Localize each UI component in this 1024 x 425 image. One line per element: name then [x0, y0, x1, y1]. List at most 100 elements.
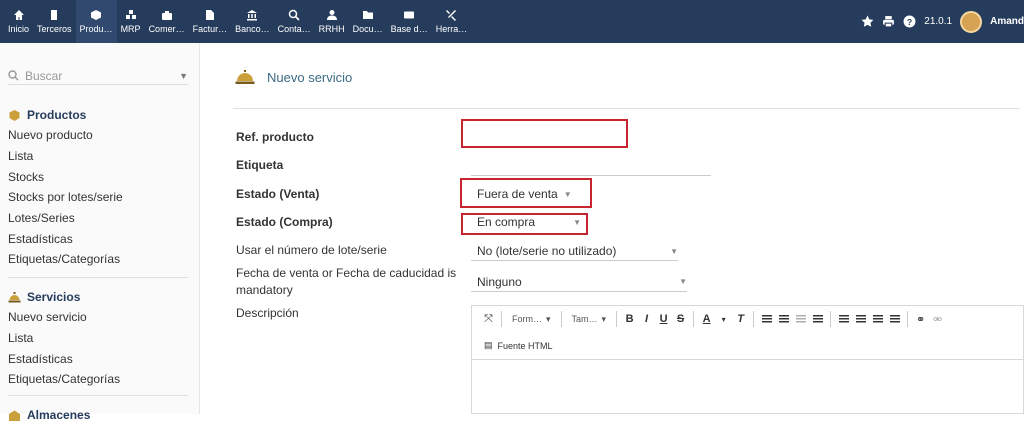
estado-venta-select[interactable]: Fuera de venta ▼	[477, 186, 587, 202]
cube-icon	[9, 109, 20, 121]
sidebar-link[interactable]: Lotes/Series	[8, 208, 188, 229]
menu-item-11[interactable]: Herra…	[432, 0, 472, 43]
chevron-down-icon: ▼	[563, 189, 572, 199]
editor-content-area[interactable]	[472, 360, 1023, 414]
menu-item-label: Inicio	[8, 24, 30, 34]
description-editor: ⤧ Form… ▾ Tam… ▾ B I U S A ▾ T ⚭ ⚮ ▤ Fue…	[471, 305, 1024, 414]
justify-icon[interactable]	[888, 311, 901, 327]
italic-icon[interactable]: I	[640, 311, 653, 327]
chevron-down-icon: ▼	[573, 217, 581, 227]
menu-item-9[interactable]: Docu…	[349, 0, 387, 43]
tools-icon	[446, 10, 457, 21]
menu-item-2[interactable]: Produ…	[75, 0, 117, 43]
menu-item-3[interactable]: MRP	[117, 0, 145, 43]
page-title: Nuevo servicio	[235, 69, 352, 85]
menu-item-1[interactable]: Terceros	[33, 0, 76, 43]
menu-item-0[interactable]: Inicio	[4, 0, 33, 43]
etiqueta-input[interactable]	[471, 159, 711, 176]
lote-serie-label: Usar el número de lote/serie	[236, 243, 387, 257]
lote-serie-value: No (lote/serie no utilizado)	[477, 244, 617, 258]
bullet-list-icon[interactable]	[777, 311, 790, 327]
menu-item-5[interactable]: Factur…	[189, 0, 232, 43]
estado-venta-value: Fuera de venta	[477, 187, 558, 201]
star-icon[interactable]	[861, 15, 874, 28]
printer-icon[interactable]	[882, 15, 895, 28]
chevron-down-icon[interactable]: ▾	[717, 311, 730, 327]
chevron-down-icon: ▾	[546, 313, 551, 324]
sidebar-link[interactable]: Nuevo servicio	[8, 307, 188, 328]
menu-item-8[interactable]: RRHH	[315, 0, 349, 43]
ref-producto-input[interactable]	[461, 119, 628, 148]
sidebar-section-title[interactable]: Almacenes	[8, 405, 188, 425]
main-content: Nuevo servicio Ref. producto Etiqueta Es…	[200, 43, 1024, 414]
maximize-icon[interactable]: ⤧	[482, 311, 495, 327]
user-name[interactable]: Amand	[990, 16, 1024, 27]
sidebar-section-title[interactable]: Productos	[8, 105, 188, 125]
estado-compra-label: Estado (Compra)	[236, 215, 333, 229]
cube-icon	[91, 10, 102, 20]
search-dollar-icon	[288, 9, 300, 21]
menu-item-10[interactable]: Base d…	[387, 0, 432, 43]
align-left-icon[interactable]	[837, 311, 850, 327]
descripcion-label: Descripción	[236, 306, 299, 320]
indent-icon[interactable]	[811, 311, 824, 327]
top-navigation-bar: Inicio Terceros Produ… MRP Comer… Factur… Banc…	[0, 0, 1024, 43]
user-tie-icon	[326, 10, 337, 20]
sidebar-section-productos: Productos Nuevo producto Lista Stocks Stocks…	[8, 105, 188, 270]
menu-item-6[interactable]: Banco…	[231, 0, 274, 43]
sidebar-section-label: Almacenes	[27, 408, 91, 422]
menu-item-label: RRHH	[318, 24, 345, 34]
menu-item-label: Conta…	[277, 24, 311, 34]
card-icon	[404, 11, 415, 19]
bold-icon[interactable]: B	[623, 311, 636, 327]
fecha-mandatory-value: Ninguno	[477, 274, 522, 289]
sidebar-link[interactable]: Etiquetas/Categorías	[8, 369, 188, 390]
sidebar-link[interactable]: Etiquetas/Categorías	[8, 249, 188, 270]
numbered-list-icon[interactable]	[760, 311, 773, 327]
sidebar-link[interactable]: Stocks	[8, 166, 188, 187]
source-icon: ▤	[484, 340, 493, 350]
outdent-icon[interactable]	[794, 311, 807, 327]
menu-item-4[interactable]: Comer…	[145, 0, 189, 43]
size-combo-label: Tam…	[571, 314, 598, 324]
text-color-icon[interactable]: A	[700, 311, 713, 327]
estado-compra-select[interactable]: En compra ▼	[477, 214, 581, 230]
sidebar-link[interactable]: Stocks por lotes/serie	[8, 187, 188, 208]
chevron-down-icon: ▼	[179, 70, 188, 81]
sidebar-link[interactable]: Lista	[8, 328, 188, 349]
align-center-icon[interactable]	[854, 311, 867, 327]
chevron-down-icon: ▼	[679, 277, 687, 286]
concierge-bell-icon	[8, 291, 21, 302]
chevron-down-icon: ▾	[601, 313, 607, 324]
estado-compra-value: En compra	[477, 215, 536, 229]
help-icon[interactable]: ?	[903, 15, 916, 28]
source-html-button[interactable]: Fuente HTML	[498, 341, 553, 351]
home-icon	[13, 10, 24, 20]
search-select[interactable]: Buscar ▼	[8, 67, 188, 85]
sidebar-section-title[interactable]: Servicios	[8, 287, 188, 307]
align-right-icon[interactable]	[871, 311, 884, 327]
sidebar-link[interactable]: Lista	[8, 146, 188, 167]
link-icon[interactable]: ⚭	[914, 311, 927, 327]
sidebar-section-label: Productos	[27, 108, 87, 122]
menu-item-7[interactable]: Conta…	[274, 0, 315, 43]
left-sidebar: Buscar ▼ Productos Nuevo producto Lista Sto…	[0, 43, 200, 422]
lote-serie-select[interactable]: No (lote/serie no utilizado) ▼	[471, 242, 678, 261]
sidebar-link[interactable]: Nuevo producto	[8, 125, 188, 146]
menu-item-label: Docu…	[352, 24, 383, 34]
sidebar-link[interactable]: Estadísticas	[8, 348, 188, 369]
user-avatar[interactable]	[960, 10, 983, 33]
chevron-down-icon: ▼	[670, 246, 678, 256]
strikethrough-icon[interactable]: S	[674, 311, 687, 327]
fecha-mandatory-select[interactable]: Ninguno ▼	[471, 272, 687, 292]
sidebar-link[interactable]: Estadísticas	[8, 228, 188, 249]
size-combo[interactable]: Tam… ▾	[568, 314, 611, 325]
underline-icon[interactable]: U	[657, 311, 670, 327]
format-combo[interactable]: Form… ▾	[508, 314, 555, 325]
main-menu: Inicio Terceros Produ… MRP Comer… Factur… Banc…	[4, 0, 471, 43]
clear-format-icon[interactable]: T	[734, 311, 747, 327]
concierge-bell-icon	[235, 70, 255, 84]
unlink-icon[interactable]: ⚮	[931, 311, 944, 327]
search-placeholder: Buscar	[25, 68, 63, 83]
bank-icon	[247, 10, 258, 21]
